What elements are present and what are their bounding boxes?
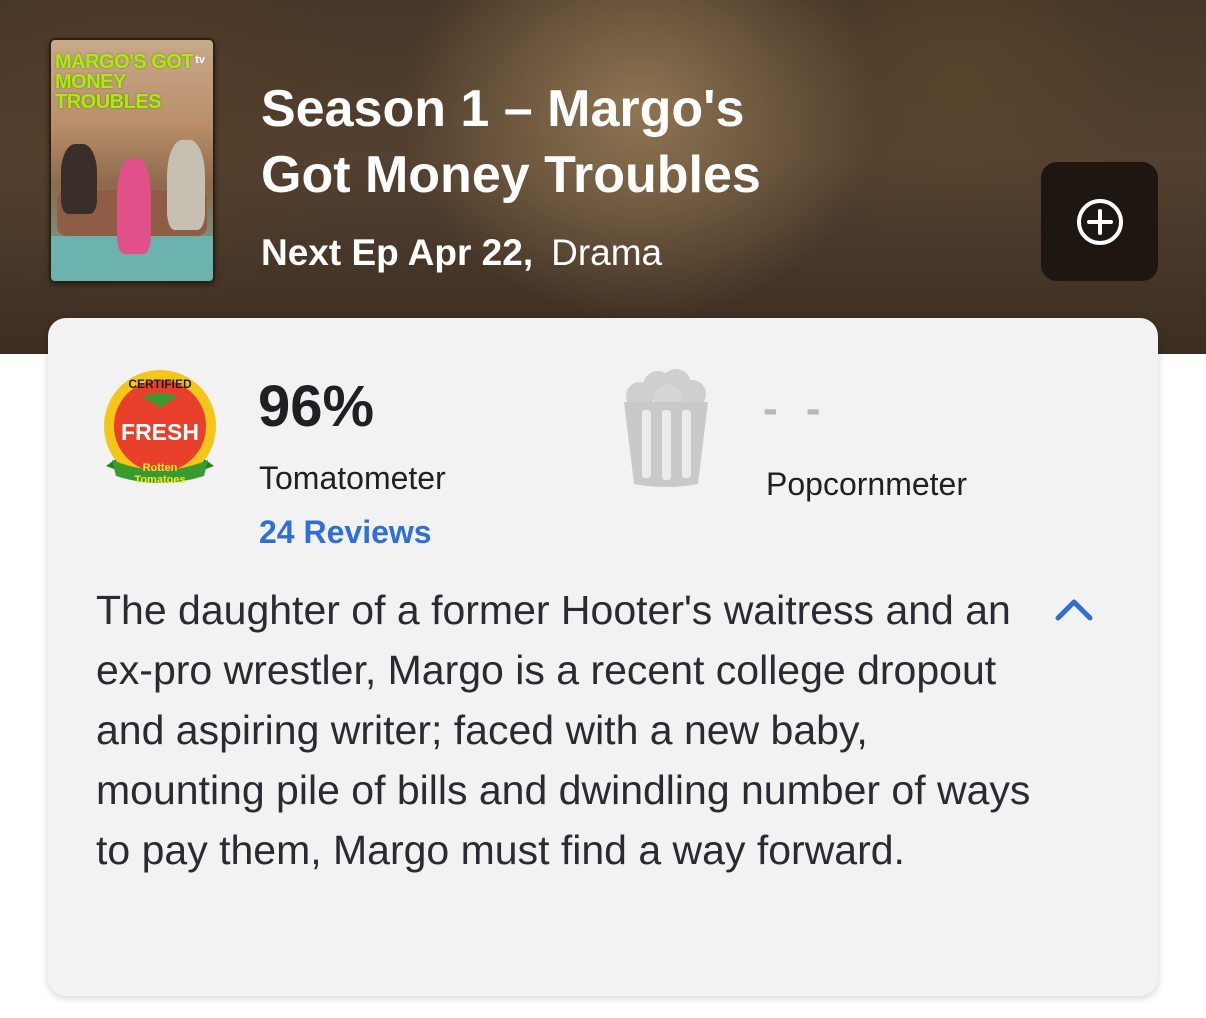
popcorn-bucket-icon — [624, 369, 708, 487]
tomatometer-label: Tomatometer — [259, 460, 446, 496]
poster-figure — [61, 144, 97, 214]
badge-brand-text-1: Rotten — [143, 462, 178, 474]
next-episode: Next Ep Apr 22, — [261, 232, 534, 273]
show-meta: Next Ep Apr 22, Drama — [261, 232, 662, 274]
poster-figure — [167, 140, 205, 230]
tomatometer-score: 96% — [258, 374, 375, 439]
badge-fresh-text: FRESH — [121, 419, 199, 445]
add-to-watchlist-button[interactable] — [1041, 162, 1158, 281]
poster-figure — [117, 158, 151, 254]
scores-card: CERTIFIED FRESH Rotten Tomatoes 96% Toma… — [48, 318, 1158, 996]
show-poster[interactable]: tv MARGO'S GOT MONEY TROUBLES — [49, 38, 215, 283]
badge-brand-text-2: Tomatoes — [134, 474, 185, 486]
poster-title: MARGO'S GOT MONEY TROUBLES — [55, 51, 194, 113]
chevron-up-icon[interactable] — [1052, 594, 1096, 624]
popcornmeter-label: Popcornmeter — [766, 466, 967, 502]
plus-circle-icon — [1076, 198, 1123, 245]
badge-certified-text: CERTIFIED — [128, 377, 192, 391]
synopsis-text: The daughter of a former Hooter's waitre… — [96, 587, 1031, 873]
popcornmeter-score: - - — [763, 384, 829, 433]
page-title: Season 1 – Margo's Got Money Troubles — [261, 80, 761, 204]
certified-fresh-icon: CERTIFIED FRESH Rotten Tomatoes — [104, 370, 216, 486]
genre: Drama — [551, 232, 663, 273]
reviews-link[interactable]: 24 Reviews — [259, 514, 432, 551]
